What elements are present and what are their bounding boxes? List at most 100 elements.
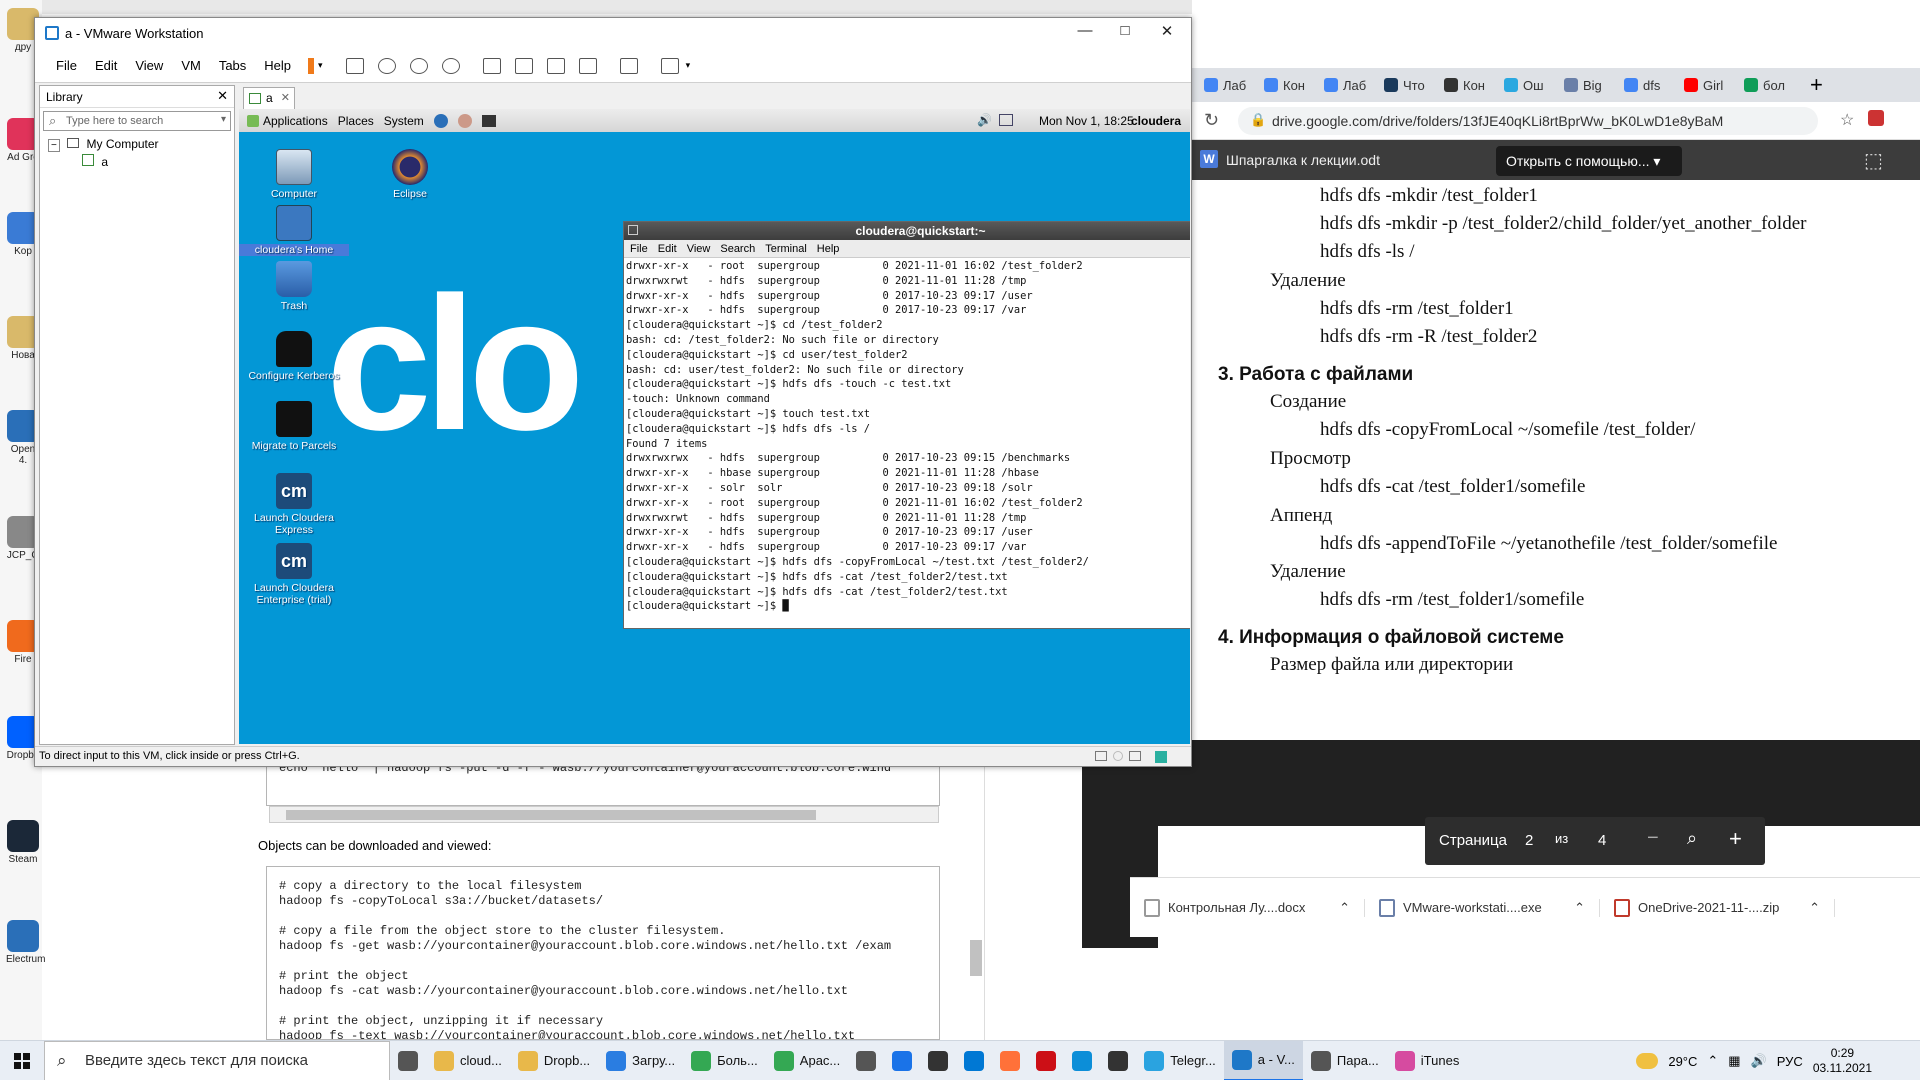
chrome-tab[interactable]: Лаб: [1200, 72, 1258, 98]
menu-item[interactable]: Edit: [86, 58, 126, 73]
add-to-drive-icon[interactable]: ⬚: [1864, 148, 1883, 173]
taskbar-app[interactable]: [920, 1041, 956, 1080]
language-indicator[interactable]: РУС: [1777, 1054, 1803, 1069]
zoom-icon[interactable]: ⌕: [1687, 828, 1697, 849]
taskbar-app[interactable]: [1028, 1041, 1064, 1080]
chrome-tab[interactable]: Кон: [1440, 72, 1498, 98]
dropdown-arrow-icon[interactable]: ▾: [686, 60, 691, 71]
taskbar-app[interactable]: cloud...: [426, 1041, 510, 1080]
panel-datetime[interactable]: Mon Nov 1, 18:25: [1039, 114, 1134, 128]
menu-item[interactable]: Help: [255, 58, 300, 73]
weather-temp[interactable]: 29°C: [1668, 1054, 1697, 1069]
chrome-tab[interactable]: Big: [1560, 72, 1618, 98]
taskbar-app[interactable]: Боль...: [683, 1041, 766, 1080]
minimize-button[interactable]: —: [1065, 22, 1105, 44]
network-adapter-icon[interactable]: [1129, 751, 1141, 761]
close-library-icon[interactable]: ✕: [217, 88, 228, 104]
network-icon[interactable]: [999, 114, 1013, 126]
terminal-menu-item[interactable]: View: [687, 243, 711, 255]
page-vertical-scrollbar[interactable]: [970, 940, 982, 976]
revert-snapshot-icon[interactable]: [409, 57, 428, 74]
tree-item-my-computer[interactable]: − My Computer: [40, 134, 234, 152]
panel-places[interactable]: Places: [338, 114, 374, 128]
terminal-menu-item[interactable]: Edit: [658, 243, 677, 255]
star-icon[interactable]: ☆: [1840, 110, 1854, 130]
mail-icon[interactable]: [457, 113, 472, 128]
guest-desktop-icon[interactable]: cm Launch Cloudera Express: [239, 473, 349, 536]
dropdown-arrow-icon[interactable]: ▾: [221, 114, 226, 125]
message-icon[interactable]: [1155, 751, 1167, 763]
close-button[interactable]: ✕: [1147, 22, 1187, 44]
pause-icon[interactable]: [308, 57, 315, 74]
taskbar-app[interactable]: Dropb...: [510, 1041, 598, 1080]
guest-desktop-icon[interactable]: Computer: [239, 149, 349, 200]
taskbar-app[interactable]: Арас...: [766, 1041, 848, 1080]
zoom-in-icon[interactable]: +: [1729, 826, 1742, 852]
download-item[interactable]: Контрольная Лу....docx ⌃: [1130, 898, 1365, 917]
taskbar-app[interactable]: a - V...: [1223, 1040, 1303, 1080]
weather-icon[interactable]: [1636, 1053, 1659, 1069]
taskbar-app[interactable]: iTunes: [1387, 1041, 1468, 1080]
browser-icon[interactable]: [433, 113, 448, 128]
dropdown-arrow-icon[interactable]: ▾: [318, 60, 323, 71]
menu-item[interactable]: Tabs: [210, 58, 255, 73]
send-ctrl-alt-del-icon[interactable]: [345, 57, 364, 74]
cd-icon[interactable]: [1113, 751, 1123, 761]
extension-icon[interactable]: [1868, 110, 1884, 126]
stretch-guest-icon[interactable]: [660, 57, 679, 74]
menu-item[interactable]: VM: [172, 58, 210, 73]
page-current[interactable]: 2: [1525, 832, 1533, 849]
taskbar-search-input[interactable]: ⌕ Введите здесь текст для поиска: [44, 1040, 390, 1080]
vm-tab[interactable]: a ✕: [243, 87, 295, 109]
chevron-up-icon[interactable]: ⌃: [1809, 900, 1820, 916]
network-icon[interactable]: ▦: [1728, 1053, 1740, 1069]
panel-applications[interactable]: Applications: [263, 114, 328, 128]
guest-desktop-icon[interactable]: cm Launch Cloudera Enterprise (trial): [239, 543, 349, 606]
terminal-menu-item[interactable]: File: [630, 243, 648, 255]
code-horizontal-scrollbar[interactable]: [269, 806, 939, 823]
vm-guest-screen[interactable]: Applications Places System 🔊 Mon Nov 1, …: [239, 109, 1190, 744]
download-item[interactable]: OneDrive-2021-11-....zip ⌃: [1600, 898, 1835, 917]
chrome-tab[interactable]: Лаб: [1320, 72, 1378, 98]
guest-desktop-icon[interactable]: cloudera's Home: [239, 205, 349, 256]
guest-desktop-icon[interactable]: Migrate to Parcels: [239, 401, 349, 452]
snapshot-manager-icon[interactable]: [441, 57, 460, 74]
taskbar-app[interactable]: Telegr...: [1136, 1041, 1224, 1080]
panel-system[interactable]: System: [384, 114, 424, 128]
hdd-icon[interactable]: [1095, 751, 1107, 761]
menu-item[interactable]: File: [47, 58, 86, 73]
guest-desktop-icon[interactable]: Trash: [239, 261, 349, 312]
chevron-up-icon[interactable]: ⌃: [1707, 1053, 1718, 1069]
scroll-thumb[interactable]: [286, 810, 816, 820]
chrome-tab[interactable]: Что: [1380, 72, 1438, 98]
taskbar-app[interactable]: [992, 1041, 1028, 1080]
url-field[interactable]: 🔒 drive.google.com/drive/folders/13fJE40…: [1238, 107, 1818, 135]
terminal-menu-item[interactable]: Search: [720, 243, 755, 255]
taskbar-app[interactable]: [1100, 1041, 1136, 1080]
new-tab-icon[interactable]: +: [1810, 72, 1823, 98]
panel-user[interactable]: cloudera: [1131, 114, 1181, 128]
chevron-up-icon[interactable]: ⌃: [1339, 900, 1350, 916]
terminal-window[interactable]: cloudera@quickstart:~ _ File Edit View Sear…: [623, 221, 1190, 629]
show-library-icon[interactable]: [482, 57, 501, 74]
tree-item-vm-a[interactable]: a: [40, 151, 234, 169]
unity-icon[interactable]: [578, 57, 597, 74]
terminal-menu-item[interactable]: Terminal: [765, 243, 807, 255]
full-screen-icon[interactable]: [546, 57, 565, 74]
terminal-menu-item[interactable]: Help: [817, 243, 840, 255]
start-button[interactable]: [0, 1041, 44, 1080]
taskbar-app[interactable]: [884, 1041, 920, 1080]
zoom-out-icon[interactable]: −: [1647, 827, 1659, 850]
close-tab-icon[interactable]: ✕: [281, 91, 290, 104]
taskbar-app[interactable]: [848, 1041, 884, 1080]
taskbar-app[interactable]: Загру...: [598, 1041, 683, 1080]
desktop-icon[interactable]: Electrum: [6, 920, 45, 965]
snapshot-icon[interactable]: [377, 57, 396, 74]
chrome-tab[interactable]: dfs: [1620, 72, 1678, 98]
chevron-up-icon[interactable]: ⌃: [1574, 900, 1585, 916]
maximize-button[interactable]: □: [1105, 22, 1145, 44]
volume-icon[interactable]: 🔊: [977, 113, 992, 127]
taskbar-app[interactable]: Пара...: [1303, 1041, 1387, 1080]
chrome-tab[interactable]: Кон: [1260, 72, 1318, 98]
chrome-tab[interactable]: Ош: [1500, 72, 1558, 98]
